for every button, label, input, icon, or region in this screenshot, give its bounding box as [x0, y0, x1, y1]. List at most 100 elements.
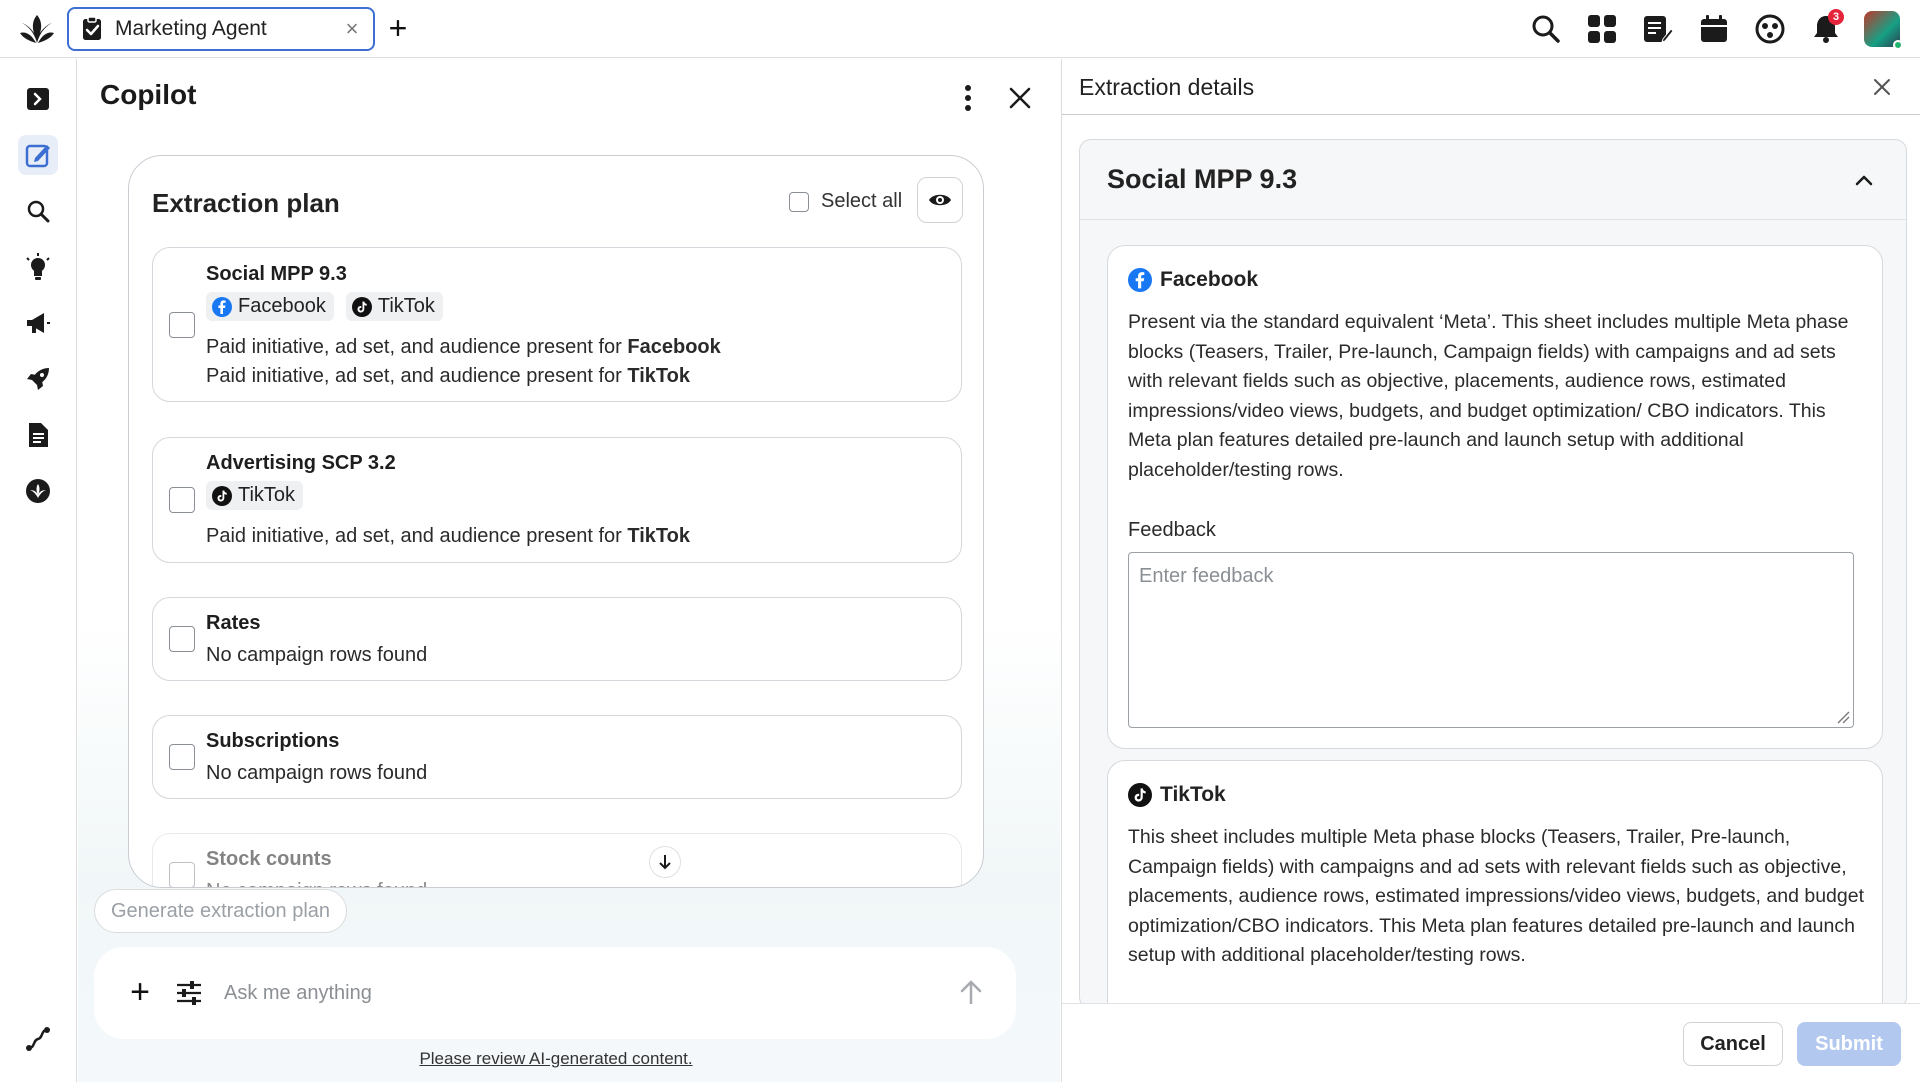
details-footer: Cancel Submit	[1062, 1003, 1920, 1082]
submit-button[interactable]: Submit	[1797, 1022, 1901, 1066]
platform-label: TikTok	[1160, 783, 1226, 806]
plan-item-detail: Paid initiative, ad set, and audience pr…	[206, 336, 721, 359]
plan-item-detail: Paid initiative, ad set, and audience pr…	[206, 365, 690, 388]
resize-grip-icon[interactable]	[1835, 709, 1851, 725]
facebook-icon	[1128, 268, 1152, 292]
plan-item-checkbox[interactable]	[169, 862, 195, 887]
platform-card-facebook: Facebook Present via the standard equiva…	[1107, 245, 1883, 749]
tiktok-icon	[1128, 783, 1152, 807]
generate-extraction-plan-button[interactable]: Generate extraction plan	[94, 889, 348, 933]
plan-item-detail: No campaign rows found	[206, 762, 428, 784]
plan-item-advertising-scp[interactable]: Advertising SCP 3.2 TikTok Paid initiati…	[152, 437, 962, 563]
close-icon[interactable]	[1003, 81, 1037, 115]
accordion-header[interactable]: Social MPP 9.3	[1080, 140, 1906, 220]
plan-item-rates[interactable]: Rates No campaign rows found	[152, 597, 962, 681]
eye-icon	[929, 194, 951, 206]
chip-tiktok: TikTok	[345, 292, 443, 321]
plan-item-checkbox[interactable]	[169, 744, 195, 770]
settings-sliders-icon[interactable]	[174, 978, 204, 1008]
online-status-dot	[1893, 40, 1903, 50]
megaphone-icon[interactable]	[18, 303, 58, 343]
panel-toggle-icon[interactable]	[18, 79, 58, 119]
plan-item-checkbox[interactable]	[169, 626, 195, 652]
platform-name: Facebook	[1128, 268, 1258, 292]
feedback-textarea[interactable]	[1128, 552, 1854, 728]
plan-item-detail: No campaign rows found	[206, 644, 428, 666]
facebook-icon	[212, 296, 232, 317]
apps-grid-icon[interactable]	[1584, 11, 1620, 47]
rocket-icon[interactable]	[18, 359, 58, 399]
details-header: Extraction details	[1062, 59, 1920, 115]
detail-text: Paid initiative, ad set, and audience pr…	[206, 525, 628, 547]
select-all-label: Select all	[821, 190, 903, 212]
plan-item-title: Advertising SCP 3.2	[206, 452, 396, 474]
chip-label: Facebook	[238, 295, 326, 317]
close-icon[interactable]	[1870, 75, 1894, 99]
plan-item-checkbox[interactable]	[169, 487, 195, 513]
platform-card-tiktok: TikTok This sheet includes multiple Meta…	[1107, 760, 1883, 1008]
new-tab-button[interactable]: +	[384, 12, 412, 46]
send-arrow-icon[interactable]	[956, 978, 986, 1008]
avatar[interactable]	[1864, 11, 1903, 50]
copilot-title: Copilot	[100, 79, 197, 110]
calendar-icon[interactable]	[1696, 11, 1732, 47]
chip-label: TikTok	[377, 295, 435, 317]
search-icon[interactable]	[1528, 11, 1564, 47]
more-options-icon[interactable]	[956, 81, 980, 115]
tiktok-icon	[351, 296, 372, 317]
clipboard-check-icon	[83, 16, 101, 40]
cancel-button[interactable]: Cancel	[1683, 1022, 1783, 1066]
detail-text: Paid initiative, ad set, and audience pr…	[206, 336, 628, 358]
top-bar: Marketing Agent × + 3	[0, 0, 1920, 58]
select-all-box[interactable]	[789, 191, 809, 212]
notes-icon[interactable]	[1640, 11, 1676, 47]
add-attachment-button[interactable]: +	[124, 975, 156, 1009]
tab-label: Marketing Agent	[115, 17, 267, 40]
plan-item-title: Subscriptions	[206, 730, 340, 752]
left-rail	[0, 59, 77, 1082]
select-all-checkbox[interactable]: Select all	[789, 190, 902, 213]
source-accordion: Social MPP 9.3 Facebook Present via the …	[1079, 139, 1907, 1009]
scroll-down-button[interactable]	[649, 846, 681, 878]
preview-button[interactable]	[917, 177, 963, 223]
plan-item-social-mpp[interactable]: Social MPP 9.3 Facebook TikTok Paid init…	[152, 247, 962, 402]
detail-platform: TikTok	[627, 365, 690, 387]
bell-icon[interactable]: 3	[1808, 9, 1844, 47]
tab-marketing-agent[interactable]: Marketing Agent ×	[67, 7, 375, 51]
document-icon[interactable]	[18, 415, 58, 455]
flow-icon[interactable]	[18, 1019, 58, 1059]
leaf-icon[interactable]	[18, 471, 58, 511]
lightbulb-icon[interactable]	[18, 247, 58, 287]
detail-platform: TikTok	[627, 525, 690, 547]
extraction-plan-card: Extraction plan Select all Social MPP 9.…	[128, 155, 984, 888]
logo-icon[interactable]	[18, 13, 56, 45]
plan-item-title: Rates	[206, 612, 261, 634]
platform-description: Present via the standard equivalent ‘Met…	[1128, 311, 1849, 481]
plan-item-checkbox[interactable]	[169, 312, 195, 338]
feedback-label: Feedback	[1128, 519, 1216, 541]
notification-badge: 3	[1828, 9, 1844, 25]
plan-item-stock-counts[interactable]: Stock counts No campaign rows found	[152, 833, 962, 887]
edit-icon[interactable]	[18, 135, 58, 175]
chip-facebook: Facebook	[206, 292, 334, 321]
tab-close-button[interactable]: ×	[341, 18, 363, 40]
smiley-icon[interactable]	[1752, 11, 1788, 47]
chip-label: TikTok	[238, 484, 296, 506]
accordion-title: Social MPP 9.3	[1107, 164, 1298, 194]
chat-input[interactable]	[224, 981, 956, 1005]
plan-item-detail: No campaign rows found	[206, 880, 427, 887]
top-toolbar: 3	[1528, 9, 1903, 50]
extraction-details-panel: Extraction details Social MPP 9.3 Facebo…	[1061, 59, 1920, 1082]
plan-item-title: Stock counts	[206, 848, 332, 870]
review-ai-content-link[interactable]: Please review AI-generated content.	[78, 1049, 1034, 1069]
extraction-plan-title: Extraction plan	[152, 188, 340, 218]
tiktok-icon	[212, 485, 232, 506]
plan-item-title: Social MPP 9.3	[206, 263, 347, 285]
chevron-up-icon[interactable]	[1850, 166, 1878, 194]
search-icon[interactable]	[18, 191, 58, 231]
plan-item-subscriptions[interactable]: Subscriptions No campaign rows found	[152, 715, 962, 799]
platform-label: Facebook	[1160, 268, 1259, 291]
platform-description: This sheet includes multiple Meta phase …	[1128, 826, 1864, 966]
copilot-panel: Copilot Extraction plan Select all Socia…	[78, 59, 1060, 1082]
detail-text: Paid initiative, ad set, and audience pr…	[206, 365, 628, 387]
